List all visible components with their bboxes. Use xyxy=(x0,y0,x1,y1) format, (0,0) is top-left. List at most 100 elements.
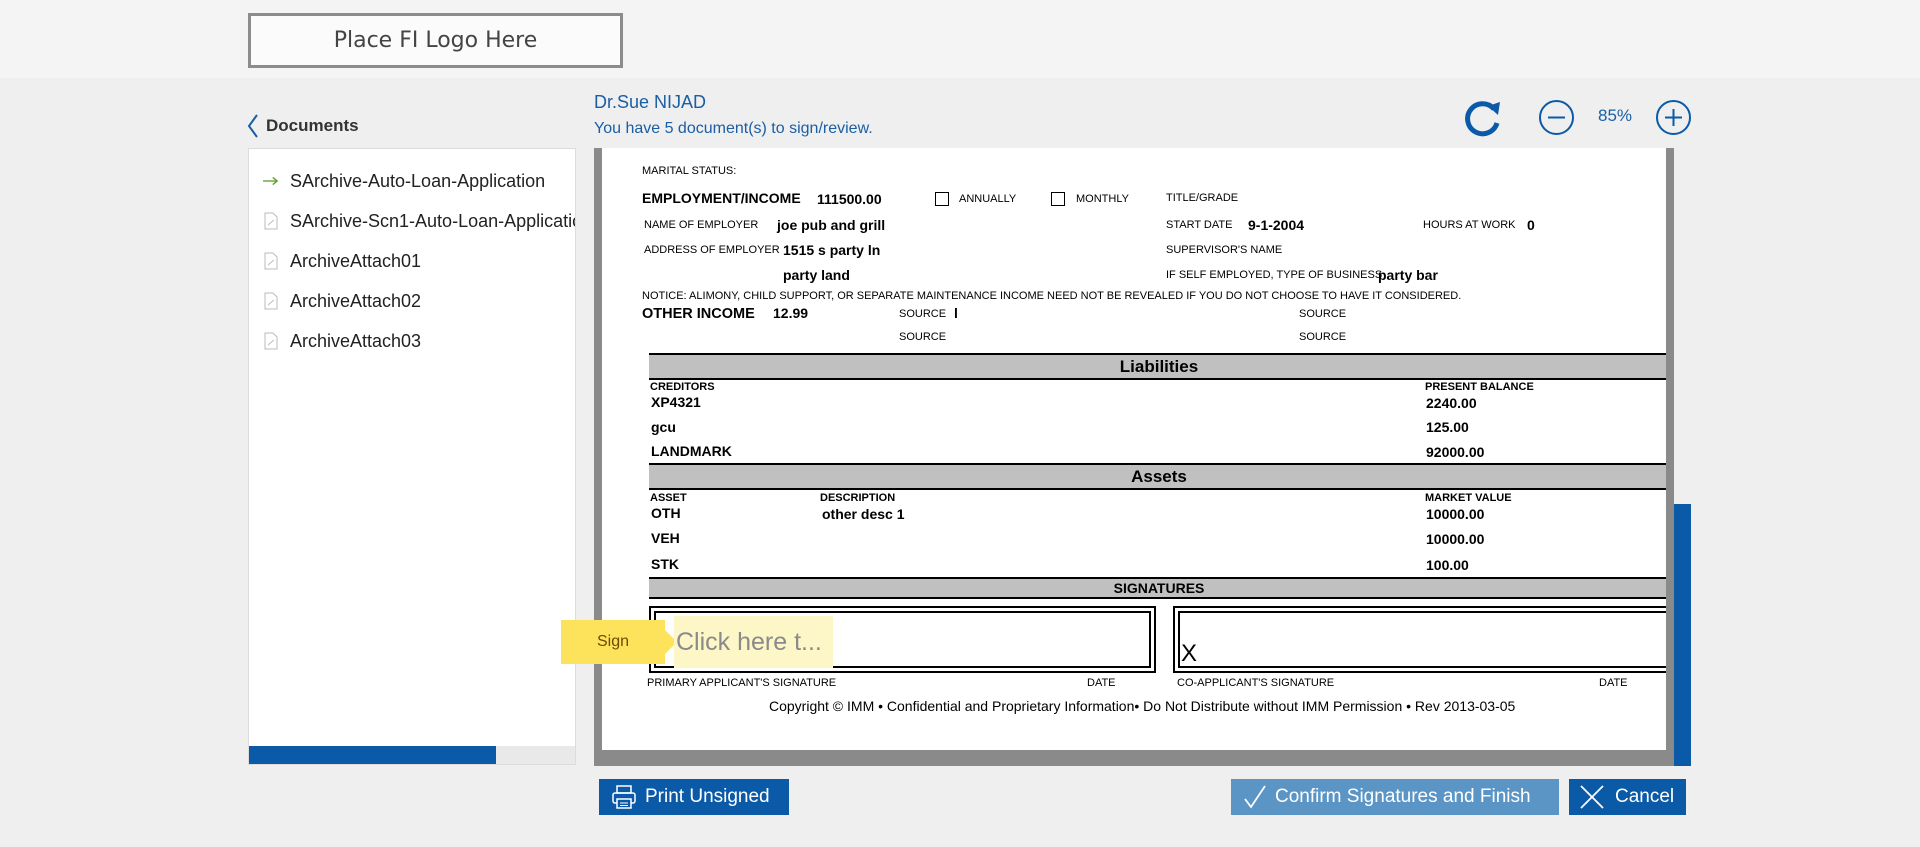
document-list-item[interactable]: ArchiveAttach01 xyxy=(249,246,575,276)
cancel-label: Cancel xyxy=(1615,786,1675,807)
start-date-value: 9-1-2004 xyxy=(1248,217,1305,233)
present-balance-column-header: PRESENT BALANCE xyxy=(1425,381,1534,393)
description-column-header: DESCRIPTION xyxy=(820,492,896,504)
sign-tag-button[interactable]: Sign xyxy=(561,620,677,664)
liability-balance: 125.00 xyxy=(1426,419,1469,435)
employer-address-line1: 1515 s party ln xyxy=(783,242,881,258)
monthly-checkbox xyxy=(1051,192,1065,206)
asset-market-value: 10000.00 xyxy=(1426,531,1485,547)
monthly-label: MONTHLY xyxy=(1076,193,1129,205)
assets-header: Assets xyxy=(649,463,1666,490)
other-income-value: 12.99 xyxy=(773,305,809,321)
document-list-item-label: SArchive-Auto-Loan-Application xyxy=(290,170,546,191)
document-viewer: MARITAL STATUS: EMPLOYMENT/INCOME 111500… xyxy=(594,148,1674,766)
print-unsigned-label: Print Unsigned xyxy=(645,786,770,807)
source-label: SOURCE xyxy=(899,331,947,343)
annually-checkbox xyxy=(935,192,949,206)
document-list-item-label: ArchiveAttach03 xyxy=(290,330,422,351)
cancel-button[interactable]: Cancel xyxy=(1569,779,1686,815)
employment-income-label: EMPLOYMENT/INCOME xyxy=(642,190,801,206)
market-value-column-header: MARKET VALUE xyxy=(1425,492,1512,504)
source-label: SOURCE xyxy=(1299,331,1347,343)
horizontal-scrollbar[interactable] xyxy=(249,746,575,764)
employment-income-value: 111500.00 xyxy=(817,191,882,207)
hours-at-work-label: HOURS AT WORK xyxy=(1423,219,1516,231)
source-label: SOURCE xyxy=(1299,308,1347,320)
confirm-signatures-button[interactable]: Confirm Signatures and Finish xyxy=(1231,779,1559,815)
employer-address-line2: party land xyxy=(783,267,850,283)
signature-field[interactable]: Click here t... xyxy=(674,616,833,668)
documents-back-button[interactable]: Documents xyxy=(246,113,359,139)
annually-label: ANNUALLY xyxy=(959,193,1017,205)
checkmark-icon xyxy=(1243,784,1267,810)
self-employed-value: party bar xyxy=(1378,267,1438,283)
source-value: l xyxy=(954,305,958,321)
logo-placeholder: Place FI Logo Here xyxy=(248,13,623,68)
confirm-signatures-label: Confirm Signatures and Finish xyxy=(1275,786,1531,807)
title-grade-label: TITLE/GRADE xyxy=(1166,192,1239,204)
refresh-icon xyxy=(1465,101,1500,137)
document-icon xyxy=(263,331,279,351)
zoom-out-button[interactable] xyxy=(1538,99,1575,141)
liability-balance: 2240.00 xyxy=(1426,395,1477,411)
documents-label: Documents xyxy=(266,116,359,135)
notice-text: NOTICE: ALIMONY, CHILD SUPPORT, OR SEPAR… xyxy=(642,290,1462,302)
document-list-item-label: ArchiveAttach02 xyxy=(290,290,422,311)
employer-address-label: ADDRESS OF EMPLOYER xyxy=(644,244,780,256)
liability-balance: 92000.00 xyxy=(1426,444,1485,460)
document-list-item-label: SArchive-Scn1-Auto-Loan-Application xyxy=(290,210,576,231)
employer-name-value: joe pub and grill xyxy=(777,217,886,233)
asset-type: STK xyxy=(651,556,679,572)
asset-market-value: 100.00 xyxy=(1426,557,1469,573)
asset-type: OTH xyxy=(651,505,681,521)
chevron-left-icon xyxy=(247,114,258,138)
refresh-button[interactable] xyxy=(1462,97,1504,144)
start-date-label: START DATE xyxy=(1166,219,1233,231)
self-employed-label: IF SELF EMPLOYED, TYPE OF BUSINESS xyxy=(1166,269,1383,281)
supervisor-label: SUPERVISOR'S NAME xyxy=(1166,244,1283,256)
document-list-item[interactable]: SArchive-Scn1-Auto-Loan-Application xyxy=(249,206,575,236)
document-list-item-label: ArchiveAttach01 xyxy=(290,250,422,271)
liabilities-header: Liabilities xyxy=(649,353,1666,380)
hours-at-work-value: 0 xyxy=(1527,217,1535,233)
asset-type: VEH xyxy=(651,530,680,546)
vertical-scrollbar-thumb[interactable] xyxy=(1674,504,1691,766)
zoom-in-button[interactable] xyxy=(1655,99,1692,141)
zoom-level: 85% xyxy=(1598,106,1633,125)
documents-to-sign-message: You have 5 document(s) to sign/review. xyxy=(594,120,873,137)
asset-column-header: ASSET xyxy=(650,492,687,504)
signer-name: Dr.Sue NIJAD xyxy=(594,92,707,112)
document-list-item[interactable]: ArchiveAttach02 xyxy=(249,286,575,316)
document-list: SArchive-Auto-Loan-Application SArchive-… xyxy=(248,148,576,765)
scrollbar-thumb[interactable] xyxy=(249,746,496,764)
asset-market-value: 10000.00 xyxy=(1426,506,1485,522)
signatures-header: SIGNATURES xyxy=(649,577,1666,599)
zoom-out-icon xyxy=(1539,100,1574,135)
co-applicant-signature-mark: X xyxy=(1181,640,1198,667)
asset-description: other desc 1 xyxy=(822,506,905,522)
zoom-in-icon xyxy=(1656,100,1691,135)
document-icon xyxy=(263,251,279,271)
marital-status-label: MARITAL STATUS: xyxy=(642,165,737,177)
creditors-column-header: CREDITORS xyxy=(650,381,715,393)
document-list-item[interactable]: SArchive-Auto-Loan-Application xyxy=(249,166,575,196)
liability-creditor: XP4321 xyxy=(651,394,701,410)
document-icon xyxy=(263,291,279,311)
printer-icon xyxy=(611,784,637,810)
primary-date-label: DATE xyxy=(1087,677,1116,689)
copyright-notice: Copyright © IMM • Confidential and Propr… xyxy=(769,698,1516,714)
document-list-item[interactable]: ArchiveAttach03 xyxy=(249,326,575,356)
header-bar: Place FI Logo Here xyxy=(0,0,1920,78)
arrow-right-icon xyxy=(263,171,279,191)
primary-signature-label: PRIMARY APPLICANT'S SIGNATURE xyxy=(647,677,837,689)
co-applicant-signature-label: CO-APPLICANT'S SIGNATURE xyxy=(1177,677,1335,689)
employer-name-label: NAME OF EMPLOYER xyxy=(644,219,759,231)
close-icon xyxy=(1579,784,1605,810)
document-icon xyxy=(263,211,279,231)
print-unsigned-button[interactable]: Print Unsigned xyxy=(599,779,789,815)
other-income-label: OTHER INCOME xyxy=(642,306,755,322)
co-applicant-signature-box: X xyxy=(1173,606,1666,673)
co-applicant-date-label: DATE xyxy=(1599,677,1628,689)
sign-tag-label: Sign xyxy=(596,633,630,650)
liability-creditor: gcu xyxy=(651,419,676,435)
